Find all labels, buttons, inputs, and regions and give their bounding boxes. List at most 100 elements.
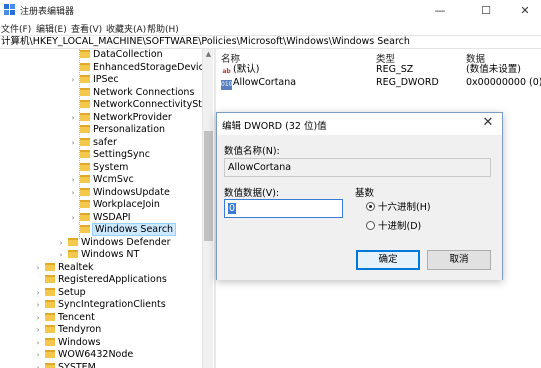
edit-dword-dialog: 编辑 DWORD (32 位)值 ✕ 数值名称(N): AllowCortana… — [216, 112, 503, 280]
base-dec-radio[interactable]: 十进制(D) — [366, 221, 421, 233]
chevron-right-icon[interactable]: › — [34, 287, 42, 299]
chevron-right-icon[interactable]: › — [69, 187, 77, 199]
folder-icon — [80, 125, 90, 133]
tree-item[interactable]: › Windows — [34, 336, 101, 349]
folder-icon — [80, 87, 90, 96]
tree-item[interactable]: › Realtek — [34, 262, 94, 274]
tree-item[interactable]: NetworkConnectivityStatu — [69, 99, 213, 111]
tree-item[interactable]: › IPSec — [69, 74, 119, 86]
tree-item[interactable]: SettingSync — [69, 149, 150, 161]
tree-item[interactable]: › Windows NT — [57, 249, 140, 261]
maximize-button[interactable]: ☐ — [466, 0, 506, 21]
tree-item-label: SYSTEM — [58, 361, 96, 368]
tree-item[interactable]: › Windows Defender — [57, 237, 171, 249]
tree-item-label: Setup — [58, 286, 86, 298]
folder-icon — [45, 325, 55, 333]
menu-help[interactable]: 帮助(H) — [147, 22, 179, 35]
folder-icon — [68, 250, 78, 258]
dialog-close-button[interactable]: ✕ — [480, 114, 496, 132]
tree-item[interactable]: › Tendyron — [34, 324, 102, 336]
tree-item[interactable]: RegisteredApplications — [34, 274, 167, 286]
tree-item[interactable]: › Setup — [34, 287, 86, 299]
chevron-right-icon[interactable]: › — [34, 312, 42, 324]
value-type: REG_SZ — [376, 64, 414, 75]
chevron-right-icon[interactable]: › — [69, 212, 77, 224]
folder-icon — [80, 175, 90, 183]
value-row[interactable]: 010AllowCortana REG_DWORD 0x00000000 (0) — [217, 76, 541, 90]
tree-item-label: WorkplaceJoin — [93, 199, 160, 210]
chevron-right-icon[interactable]: › — [69, 174, 77, 186]
tree-item[interactable]: › Tencent — [34, 312, 95, 324]
folder-icon — [80, 162, 90, 171]
tree-item-label: SyncIntegrationClients — [58, 299, 166, 310]
chevron-right-icon[interactable]: › — [34, 299, 42, 311]
value-name: (默认) — [233, 64, 260, 75]
tree-item-label: WOW6432Node — [58, 349, 134, 360]
tree-item[interactable]: DataCollection — [69, 49, 163, 61]
scroll-thumb[interactable] — [204, 131, 213, 241]
tree-item[interactable]: Network Connections — [69, 87, 194, 99]
chevron-right-icon[interactable]: › — [34, 262, 42, 274]
ok-button[interactable]: 确定 — [356, 250, 420, 270]
menu-view[interactable]: 查看(V) — [71, 22, 102, 35]
minimize-button[interactable]: — — [420, 0, 460, 21]
value-row[interactable]: ab (默认) REG_SZ (数值未设置) — [217, 63, 541, 77]
tree-item[interactable]: › WindowsUpdate — [69, 187, 170, 199]
tree-item[interactable]: Windows Search — [69, 223, 177, 236]
tree-item[interactable]: › SYSTEM — [34, 362, 96, 368]
scroll-up-arrow-icon[interactable]: ▲ — [203, 49, 214, 60]
value-data: (数值未设置) — [466, 64, 521, 75]
dialog-title: 编辑 DWORD (32 位)值 — [222, 121, 327, 132]
chevron-right-icon[interactable]: › — [57, 237, 65, 249]
tree-item[interactable]: › WOW6432Node — [34, 349, 134, 361]
address-bar[interactable]: 计算机\HKEY_LOCAL_MACHINE\SOFTWARE\Policies… — [0, 35, 541, 49]
tree-item[interactable]: › WcmSvc — [69, 174, 134, 186]
chevron-right-icon[interactable]: › — [57, 249, 65, 261]
tree-item-label: WindowsUpdate — [93, 186, 170, 198]
value-name: AllowCortana — [233, 77, 297, 88]
tree-item-label: Windows NT — [81, 249, 140, 260]
value-name-field[interactable]: AllowCortana — [224, 158, 491, 177]
chevron-right-icon[interactable]: › — [69, 74, 77, 86]
binary-value-icon: 010 — [221, 80, 233, 90]
tree-item-label: NetworkConnectivityStatu — [93, 99, 213, 110]
dialog-body: 数值名称(N): AllowCortana 数值数据(V): 0 基数 十六进制… — [217, 135, 502, 280]
value-data-field[interactable]: 0 — [224, 199, 343, 218]
tree-item[interactable]: WorkplaceJoin — [69, 199, 160, 211]
folder-icon — [80, 225, 90, 233]
tree-item[interactable]: EnhancedStorageDevices — [69, 62, 213, 74]
chevron-right-icon[interactable]: › — [69, 137, 77, 149]
menu-edit[interactable]: 编辑(E) — [36, 22, 67, 35]
menu-file[interactable]: 文件(F) — [1, 22, 31, 35]
tree-item-label: RegisteredApplications — [58, 274, 167, 285]
value-name-label: 数值名称(N): — [224, 146, 280, 157]
title-bar: 注册表编辑器 — ☐ ✕ — [0, 0, 541, 21]
value-type: REG_DWORD — [376, 77, 439, 88]
chevron-right-icon[interactable]: › — [69, 112, 77, 124]
folder-icon — [80, 75, 90, 83]
base-group-label: 基数 — [355, 188, 375, 199]
tree-item[interactable]: System — [69, 162, 128, 174]
value-data-label: 数值数据(V): — [224, 188, 280, 199]
tree-item-label: Tendyron — [58, 324, 102, 335]
tree-item[interactable]: › WSDAPI — [69, 212, 131, 224]
folder-icon — [80, 62, 90, 71]
folder-icon — [45, 312, 55, 321]
base-hex-radio[interactable]: 十六进制(H) — [366, 202, 431, 214]
cancel-button[interactable]: 取消 — [427, 250, 491, 270]
tree-item[interactable]: › SyncIntegrationClients — [34, 299, 166, 311]
chevron-right-icon[interactable]: › — [34, 349, 42, 361]
chevron-right-icon[interactable]: › — [34, 362, 42, 368]
menu-favorites[interactable]: 收藏夹(A) — [106, 22, 146, 35]
tree-item[interactable]: › safer — [69, 137, 117, 149]
folder-icon — [80, 112, 90, 121]
tree-scrollbar[interactable]: ▲ — [202, 49, 213, 368]
tree-item[interactable]: › NetworkProvider — [69, 112, 172, 124]
tree-item[interactable]: Personalization — [69, 124, 165, 136]
close-window-button[interactable]: ✕ — [505, 0, 541, 21]
chevron-right-icon[interactable]: › — [34, 324, 42, 336]
folder-icon — [80, 187, 90, 196]
chevron-right-icon[interactable]: › — [34, 337, 42, 349]
tree-item-label: Windows — [58, 336, 101, 348]
folder-icon — [80, 200, 90, 208]
